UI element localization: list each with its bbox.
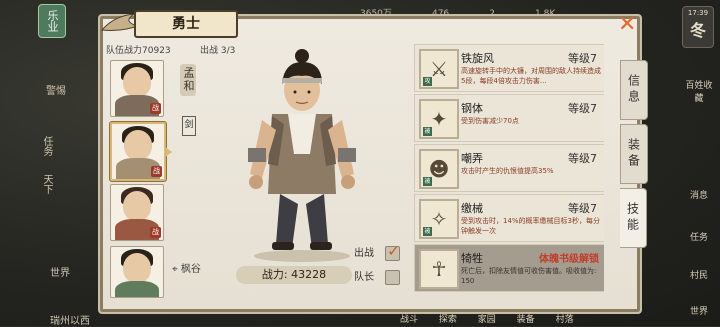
skill-item-sacrifice[interactable]: ☥ 犄牲 体魄书级解锁 死亡后，扣除友情值可收伤害值。吸收值为: 150 [414,244,604,292]
right-item-message[interactable]: 消息 [684,188,714,201]
hero-portrait-1[interactable]: 战 [110,60,164,117]
battle-tag: 战 [150,103,161,114]
selected-arrow-icon [164,146,172,158]
right-item-world[interactable]: 世界 [684,304,714,317]
team-power-label: 队伍战力 [106,46,143,56]
date-time: 17:39 [687,9,709,17]
team-power-value: 70923 [142,46,171,56]
left-item-world[interactable]: 世界 [42,264,78,279]
deploy-toggle[interactable]: 出战 [354,242,401,261]
skill-name: 缴械 [461,202,483,215]
team-out-label: 出战 [200,46,219,56]
right-item-collection[interactable]: 百姓收藏 [684,78,714,104]
portrait-face [123,67,151,97]
skill-level: 等级7 [568,102,597,115]
right-item-villager[interactable]: 村民 [684,268,714,281]
hero-portrait-3[interactable]: 战 [110,184,164,241]
bottom-item-equip[interactable]: 装备 [517,315,535,325]
left-item-alert[interactable]: 警惕 [44,82,68,97]
location: ⌖ 枫谷 [172,260,201,275]
portrait-face [124,130,152,160]
skill-name: 铁旋风 [461,52,494,65]
occupation-badge[interactable]: 乐业 [38,4,66,38]
skill-icon: ☥ [419,249,459,289]
skill-level: 等级7 [568,152,597,165]
date-season: 冬 [689,21,706,40]
skill-type-tag: 被 [423,127,432,136]
bottom-item-village[interactable]: 村落 [556,315,574,325]
skill-item-taunt[interactable]: ☻ 被 嘲弄 等级7 攻击时产生的仇恨值提高35% [414,144,604,192]
team-out: 出战 3/3 [200,43,235,56]
weapon-trait: 剑 [182,116,196,136]
skill-type-tag: 攻 [423,77,432,86]
battle-tag: 战 [151,166,162,177]
skill-unlock-hint: 体魄书级解锁 [539,254,599,265]
tab-skills[interactable]: 技能 [620,188,647,248]
character-power-value: 43228 [291,268,327,281]
skill-icon: ⚔ 攻 [419,49,459,89]
location-pin-icon: ⌖ [172,264,178,275]
date-widget[interactable]: 17:39 冬 [682,6,714,48]
skill-name: 钢体 [461,102,483,115]
captain-checkbox[interactable] [385,269,401,285]
skill-icon: ✧ 被 [419,199,459,239]
hero-portrait-4[interactable] [110,246,164,298]
skill-level: 等级7 [568,202,597,215]
character-power-label: 战力: [261,268,288,281]
left-item-task[interactable]: 任务 [30,136,54,156]
skill-desc: 受到攻击时，14%的概率缴械目标3秒，每分钟触发一次 [461,217,601,235]
left-item-region[interactable]: 瑞州以西 [40,312,100,327]
page-title: 勇士 [134,10,238,38]
skill-name: 犄牲 [461,252,483,265]
right-item-task[interactable]: 任务 [684,230,714,243]
captain-label: 队长 [354,272,374,283]
skill-desc: 死亡后，扣除友情值可收伤害值。吸收值为: 150 [461,267,597,285]
hero-portrait-2[interactable]: 战 [110,122,166,181]
skill-desc: 受到伤害减少70点 [461,117,519,125]
character-power: 战力: 43228 [236,266,352,284]
skill-name: 嘲弄 [461,152,483,165]
left-item-world-tab[interactable]: 天下 [30,174,54,194]
captain-toggle[interactable]: 队长 [354,268,401,285]
skill-level: 等级7 [568,52,597,65]
bottom-item-home[interactable]: 家园 [478,315,496,325]
skill-list[interactable]: ⚔ 攻 铁旋风 等级7 高速旋转手中的大镰，对周围的敌人持续造成5段，每段4倍攻… [414,44,604,296]
skill-icon: ✦ 被 [419,99,459,139]
skill-icon: ☻ 被 [419,149,459,189]
skill-desc: 攻击时产生的仇恨值提高35% [461,167,554,175]
portrait-body [115,281,159,297]
trait-label: 孟和 [180,64,196,96]
skill-glyph: ☥ [431,257,447,281]
deploy-checkbox[interactable] [385,242,401,261]
panel-tabs: 信息 装备 技能 [620,60,648,252]
left-hud: 乐业 警惕 任务 天下 世界 瑞州以西 [0,0,100,327]
tab-equipment[interactable]: 装备 [620,124,648,184]
tab-info[interactable]: 信息 [620,60,648,120]
skill-desc: 高速旋转手中的大镰，对周围的敌人持续造成5段，每段4倍攻击力伤害... [461,67,601,85]
battle-tag: 战 [150,227,161,238]
location-label: 枫谷 [180,264,201,275]
skill-item-disarm[interactable]: ✧ 被 缴械 等级7 受到攻击时，14%的概率缴械目标3秒，每分钟触发一次 [414,194,604,242]
skill-type-tag: 被 [423,227,432,236]
skill-item-steel-body[interactable]: ✦ 被 钢体 等级7 受到伤害减少70点 [414,94,604,142]
portrait-face [123,191,151,221]
bottom-item-battle[interactable]: 战斗 [400,315,418,325]
deploy-label: 出战 [354,248,374,259]
skill-type-tag: 被 [423,177,432,186]
close-button[interactable]: ✕ [618,12,636,37]
skill-item-tornado[interactable]: ⚔ 攻 铁旋风 等级7 高速旋转手中的大镰，对周围的敌人持续造成5段，每段4倍攻… [414,44,604,92]
hero-character-figure [248,49,356,262]
right-hud: 17:39 冬 百姓收藏 消息 任务 村民 世界 [676,0,720,326]
portrait-face [123,253,151,283]
bottom-item-explore[interactable]: 探索 [439,315,457,325]
team-power: 队伍战力70923 [106,43,171,56]
